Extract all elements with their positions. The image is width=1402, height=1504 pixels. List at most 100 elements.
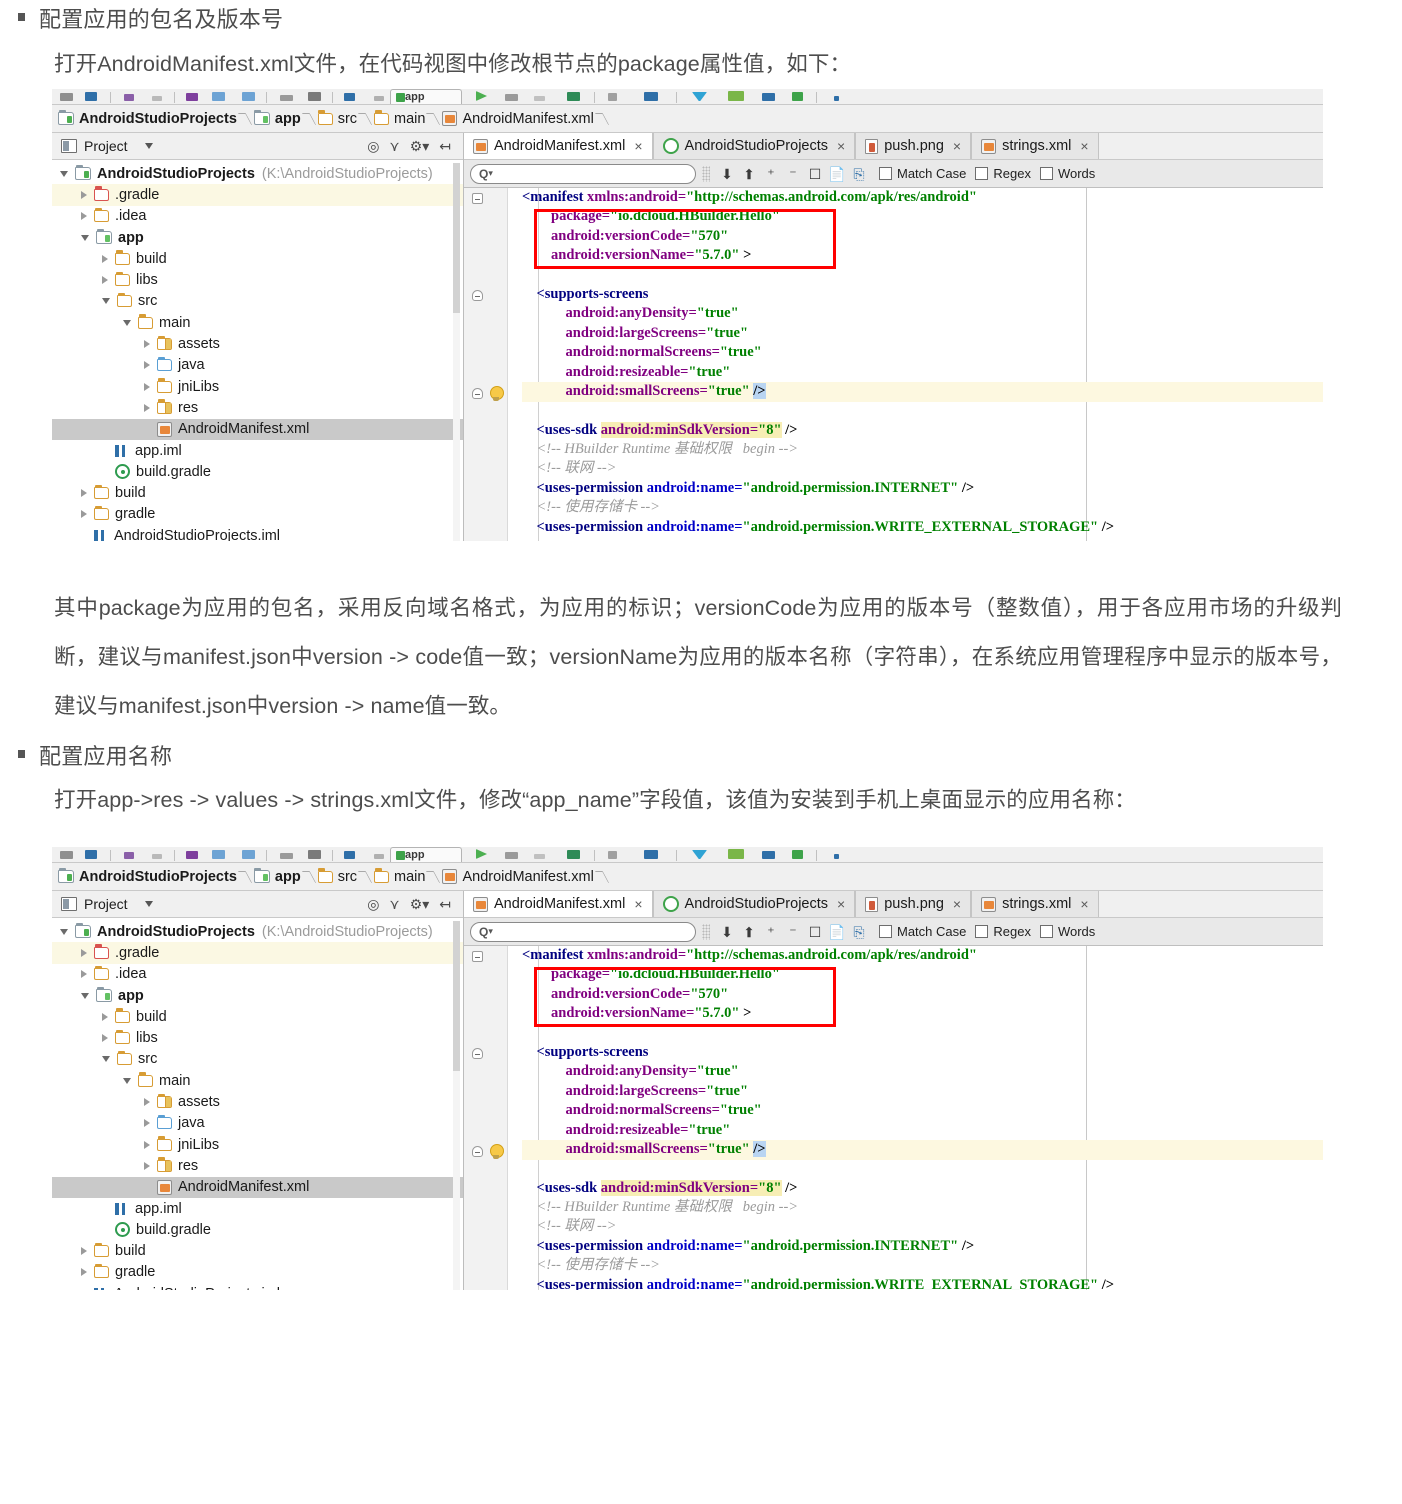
toolbar-icon-sync2[interactable] [762,851,775,859]
match-case-checkbox[interactable] [879,925,892,938]
disclosure-right-icon[interactable] [144,382,150,391]
regex-option[interactable]: Regex [975,924,1031,939]
project-tree-item[interactable]: app [52,227,463,248]
toolbar-icon-debug[interactable] [505,852,518,859]
project-tree-scrollbar[interactable] [453,163,460,541]
toolbar-icon-nav-fwd[interactable] [374,854,384,859]
toolbar-icon-copy[interactable] [212,850,225,859]
breadcrumb-item-app[interactable]: app [252,105,303,133]
project-tree-item[interactable]: .idea [52,206,463,227]
search-input[interactable]: Q ▾ [470,163,696,184]
project-tree-item[interactable]: build.gradle [52,461,463,482]
find-prev-icon[interactable]: ⬇ [716,925,738,939]
disclosure-right-icon[interactable] [144,1098,150,1107]
toolbar-icon-back[interactable] [280,853,293,859]
words-option[interactable]: Words [1039,924,1095,939]
project-tree-item[interactable]: jniLibs [52,1134,463,1155]
preview-icon[interactable]: ☐ [804,925,826,939]
breadcrumb-item-manifest[interactable]: AndroidManifest.xml [440,863,595,891]
toolbar-icon-back[interactable] [280,95,293,101]
regex-checkbox[interactable] [975,167,989,180]
disclosure-right-icon[interactable] [81,970,87,979]
toolbar-icon-layout[interactable] [728,91,744,101]
project-tree-item[interactable]: build [52,1240,463,1261]
project-tree-item[interactable]: app.iml [52,440,463,461]
editor-fold-column[interactable] [508,946,522,1290]
toolbar-icon-avd[interactable] [644,850,658,859]
project-tree-item[interactable]: app [52,985,463,1006]
toolbar-icon-coverage[interactable] [534,96,545,101]
editor-tab[interactable]: AndroidManifest.xml × [464,891,653,917]
close-tab-icon[interactable]: × [953,138,961,154]
editor-fold-column[interactable] [508,188,522,541]
disclosure-right-icon[interactable] [81,1247,87,1256]
collapse-all-icon[interactable]: ⋎ [389,139,399,153]
toolbar-icon-redo[interactable] [152,96,162,101]
project-tree-item[interactable]: jniLibs [52,376,463,397]
disclosure-right-icon[interactable] [81,948,87,957]
toolbar-icon-layout[interactable] [728,849,744,859]
disclosure-right-icon[interactable] [81,489,87,498]
project-tree-item[interactable]: assets [52,333,463,354]
close-tab-icon[interactable]: × [1080,896,1088,912]
search-input[interactable]: Q ▾ [470,921,696,942]
disclosure-right-icon[interactable] [102,1012,108,1021]
regex-option[interactable]: Regex [975,166,1031,181]
toolbar-icon-profiler[interactable] [567,92,580,101]
project-tree-item[interactable]: AndroidStudioProjects (K:\AndroidStudioPr… [52,921,463,942]
locate-icon[interactable]: ◎ [367,139,379,153]
project-tree-item[interactable]: res [52,1155,463,1176]
disclosure-right-icon[interactable] [81,1268,87,1277]
intention-bulb-icon[interactable] [489,386,504,402]
toolbar-icon-filter[interactable] [692,92,707,101]
toolbar-icon-paste[interactable] [242,92,255,101]
fold-marker-icon[interactable] [472,388,483,399]
find-bar-grip[interactable] [702,923,710,940]
breadcrumb-item-main[interactable]: main [372,105,427,133]
chevron-down-icon[interactable] [144,901,153,907]
editor-gutter[interactable] [464,946,508,1290]
code-editor[interactable]: <manifest xmlns:android="http://schemas.… [464,188,1323,541]
project-tree-item[interactable]: AndroidStudioProjects (K:\AndroidStudioPr… [52,163,463,184]
disclosure-down-icon[interactable] [81,234,89,241]
disclosure-right-icon[interactable] [144,361,150,370]
toolbar-icon-find[interactable] [308,92,321,101]
toolbar-icon-paste[interactable] [242,850,255,859]
breadcrumb-item-app[interactable]: app [252,863,303,891]
toolbar-icon-nav-fwd[interactable] [374,96,384,101]
run-configuration-selector[interactable]: app [390,847,462,862]
editor-tab[interactable]: strings.xml × [971,133,1099,159]
filter-icon[interactable]: ⎘ [848,167,870,181]
disclosure-down-icon[interactable] [102,1056,110,1063]
fold-marker-icon[interactable] [472,290,483,301]
fold-marker-icon[interactable] [472,193,483,204]
editor-tab[interactable]: AndroidManifest.xml × [464,133,653,159]
words-option[interactable]: Words [1039,166,1095,181]
toolbar-icon-filter[interactable] [692,850,707,859]
toolbar-icon-avd[interactable] [644,92,658,101]
fold-marker-icon[interactable] [472,1048,483,1059]
disclosure-right-icon[interactable] [144,403,150,412]
editor-tab[interactable]: strings.xml × [971,891,1099,917]
open-in-find-window-icon[interactable]: 📄 [826,925,848,939]
fold-marker-icon[interactable] [472,951,483,962]
project-tree-scrollbar[interactable] [453,921,460,1290]
words-checkbox[interactable] [1039,925,1053,938]
disclosure-right-icon[interactable] [81,212,87,221]
project-tree-item[interactable]: app.iml [52,1198,463,1219]
toolbar-icon-save[interactable] [85,850,97,859]
run-configuration-selector[interactable]: app [390,89,462,104]
open-in-find-window-icon[interactable]: 📄 [826,167,848,181]
toolbar-icon-nav-back[interactable] [344,93,355,101]
project-tree-item[interactable]: src [52,1049,463,1070]
disclosure-right-icon[interactable] [81,190,87,199]
settings-gear-icon[interactable]: ⚙▾ [410,897,430,911]
project-tree-item[interactable]: AndroidStudioProjects.iml [52,525,463,541]
breadcrumb-item-main[interactable]: main [372,863,427,891]
close-tab-icon[interactable]: × [837,896,845,912]
toolbar-icon-nav-back[interactable] [344,851,355,859]
project-tree-item[interactable]: build.gradle [52,1219,463,1240]
match-case-checkbox[interactable] [879,167,892,180]
project-tree-item[interactable]: build [52,482,463,503]
match-case-option[interactable]: Match Case [879,166,966,181]
